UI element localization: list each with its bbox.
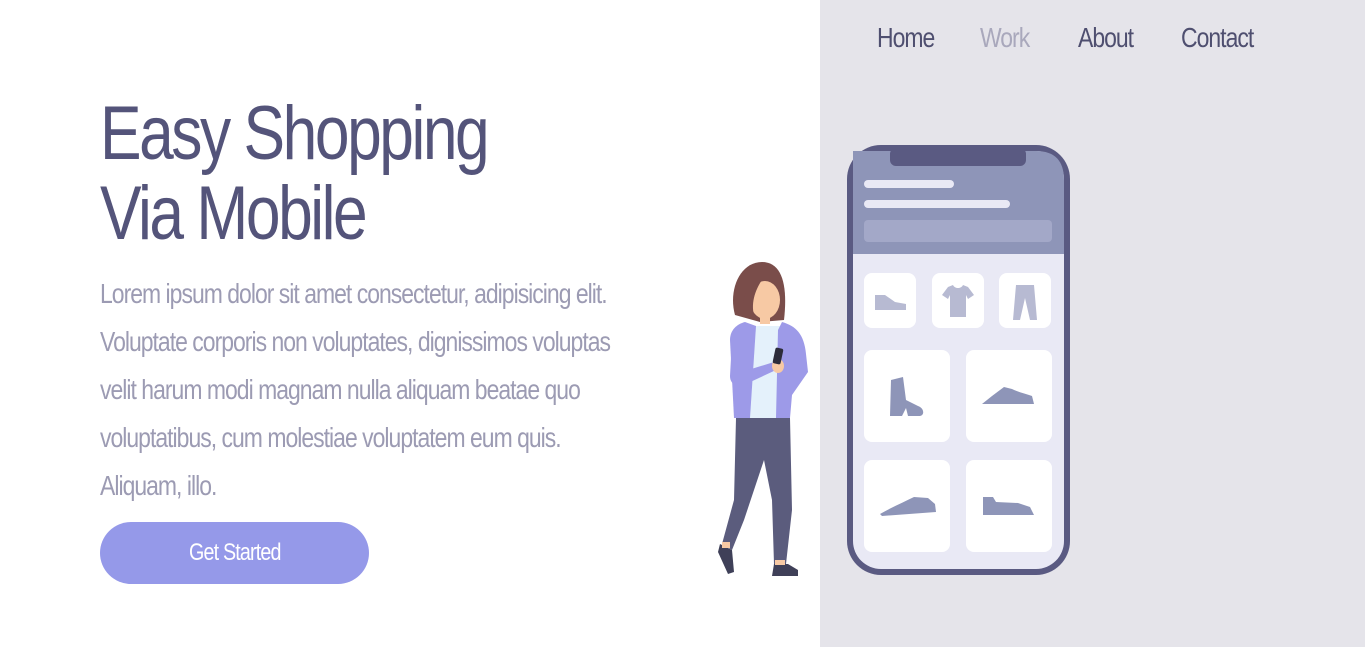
- get-started-label: Get Started: [188, 539, 281, 566]
- shopping-illustration: [718, 145, 1070, 576]
- get-started-button[interactable]: Get Started: [100, 522, 369, 584]
- hero-description: Lorem ipsum dolor sit amet consectetur, …: [100, 278, 611, 501]
- nav-contact[interactable]: Contact: [1181, 18, 1254, 58]
- nav-about[interactable]: About: [1078, 18, 1134, 58]
- woman-figure: [718, 262, 808, 576]
- hero-title-line-2: Via Mobile: [100, 171, 368, 256]
- hero-title-line-1: Easy Shopping: [100, 91, 490, 176]
- nav-home[interactable]: Home: [877, 18, 935, 58]
- phone-mockup: [847, 145, 1070, 575]
- nav-work[interactable]: Work: [980, 18, 1030, 58]
- hero-title: Easy Shopping Via Mobile: [100, 91, 490, 256]
